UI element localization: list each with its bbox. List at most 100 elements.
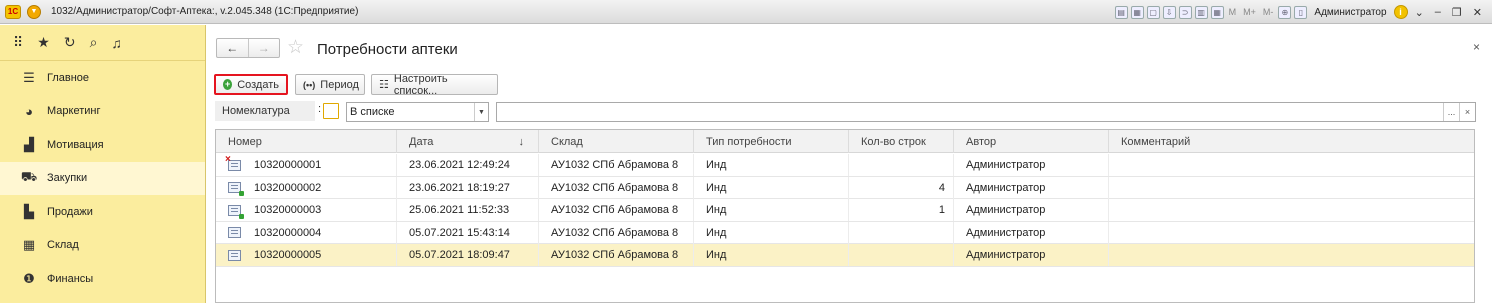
minimize-button[interactable]: –: [1431, 6, 1445, 18]
settings-list-icon: ☷: [379, 79, 389, 91]
filter-enabled-checkbox[interactable]: [323, 103, 339, 119]
info-icon[interactable]: i: [1393, 5, 1408, 19]
sidebar-item-finance[interactable]: ❶ Финансы: [0, 262, 205, 296]
column-header-warehouse[interactable]: Склад: [539, 130, 694, 153]
search-icon[interactable]: ⌕: [90, 34, 98, 51]
column-header-number[interactable]: Номер: [216, 130, 397, 153]
close-window-button[interactable]: ✕: [1469, 6, 1486, 19]
window-title: 1032/Администратор/Софт-Аптека:, v.2.045…: [51, 6, 359, 17]
create-button[interactable]: + Создать: [214, 74, 288, 95]
cell-warehouse: АУ1032 СПб Абрамова 8: [539, 221, 694, 244]
table-icon[interactable]: ▥: [1194, 5, 1208, 19]
calendar-icon[interactable]: ▦: [1210, 5, 1224, 19]
star-icon[interactable]: ★: [37, 34, 50, 51]
save-icon[interactable]: ▤: [1114, 5, 1128, 19]
cell-lines: 4: [849, 176, 954, 199]
cell-date: 23.06.2021 18:19:27: [397, 176, 539, 199]
table-row[interactable]: 10320000003 25.06.2021 11:52:33 АУ1032 С…: [216, 199, 1474, 222]
sidebar-item-label: Закупки: [47, 172, 88, 185]
sidebar-item-label: Маркетинг: [47, 105, 101, 118]
panels-icon[interactable]: ▯: [1294, 5, 1308, 19]
cell-lines: 1: [849, 199, 954, 221]
sidebar-item-main[interactable]: ☰ Главное: [0, 61, 205, 95]
cell-comment: [1109, 177, 1474, 199]
sidebar-item-motivation[interactable]: ▟ Мотивация: [0, 128, 205, 162]
cell-date: 05.07.2021 15:43:14: [397, 221, 539, 244]
sidebar-toolbar: ⠿ ★ ↻ ⌕ ♫: [0, 25, 205, 61]
main-menu-button[interactable]: ▼: [27, 4, 41, 19]
clear-filter-button[interactable]: ×: [1459, 103, 1475, 121]
column-header-date[interactable]: Дата ↓: [397, 130, 539, 153]
sidebar-item-marketing[interactable]: ◕ Маркетинг: [0, 95, 205, 129]
link-icon[interactable]: ⊃: [1178, 5, 1192, 19]
current-user[interactable]: Администратор: [1314, 7, 1386, 18]
period-button[interactable]: (••) Период: [295, 74, 365, 95]
cell-warehouse: АУ1032 СПб Абрамова 8: [539, 176, 694, 199]
row-number: 10320000002: [254, 181, 322, 194]
table-row[interactable]: 10320000004 05.07.2021 15:43:14 АУ1032 С…: [216, 221, 1474, 244]
page-title: Потребности аптеки: [317, 41, 458, 58]
cell-comment: [1109, 244, 1474, 266]
table-row[interactable]: 10320000001 23.06.2021 12:49:24 АУ1032 С…: [216, 154, 1474, 177]
row-number: 10320000003: [254, 204, 322, 216]
create-button-label: Создать: [237, 78, 279, 91]
warehouse-icon: ▦: [22, 237, 36, 253]
filter-value-input[interactable]: ... ×: [496, 102, 1476, 122]
filter-condition-select[interactable]: В списке ▼: [346, 102, 489, 122]
sort-down-icon: ↓: [518, 135, 525, 148]
bell-icon[interactable]: ♫: [111, 35, 122, 51]
history-icon[interactable]: ↻: [64, 34, 76, 51]
cell-date: 25.06.2021 11:52:33: [397, 199, 539, 221]
sidebar-item-warehouse[interactable]: ▦ Склад: [0, 229, 205, 263]
column-header-type[interactable]: Тип потребности: [694, 130, 849, 153]
chevron-down-icon[interactable]: ▼: [474, 103, 488, 121]
cell-type: Инд: [694, 154, 849, 176]
back-button[interactable]: ←: [217, 39, 248, 57]
cell-number: 10320000003: [216, 199, 397, 221]
memory-button[interactable]: M: [1227, 7, 1239, 17]
column-header-comment[interactable]: Комментарий: [1109, 130, 1474, 153]
row-number: 10320000004: [254, 226, 322, 239]
zoom-icon[interactable]: ⊕: [1278, 5, 1292, 19]
forward-button[interactable]: →: [247, 39, 280, 57]
document-posted-icon: [228, 204, 244, 219]
cell-lines: [849, 244, 954, 266]
select-dots-button[interactable]: ...: [1443, 103, 1459, 121]
cell-type: Инд: [694, 244, 849, 266]
close-form-button[interactable]: ×: [1473, 40, 1480, 54]
restore-button[interactable]: ❐: [1448, 6, 1466, 19]
memory-minus-button[interactable]: M-: [1261, 7, 1276, 17]
navigation-buttons: ← →: [216, 38, 280, 58]
setup-list-label: Настроить список...: [393, 72, 448, 97]
period-button-label: Период: [320, 78, 359, 91]
sidebar-item-sales[interactable]: ▙ Продажи: [0, 195, 205, 229]
cell-lines: [849, 221, 954, 244]
setup-list-button[interactable]: ☷ Настроить список...: [371, 72, 498, 97]
apps-grid-icon[interactable]: ⠿: [13, 34, 23, 51]
preview-icon[interactable]: ▢: [1146, 5, 1160, 19]
coin-icon: ❶: [23, 270, 35, 286]
cell-comment: [1109, 199, 1474, 221]
download-icon[interactable]: ⇩: [1162, 5, 1176, 19]
cell-author: Администратор: [954, 199, 1109, 221]
document-icon: [228, 249, 241, 261]
column-header-author[interactable]: Автор: [954, 130, 1109, 153]
cell-number: 10320000005: [216, 244, 397, 266]
sidebar-item-purchases[interactable]: ⛟ Закупки: [0, 161, 205, 195]
cell-author: Администратор: [954, 221, 1109, 244]
table-row[interactable]: 10320000002 23.06.2021 18:19:27 АУ1032 С…: [216, 176, 1474, 199]
cell-number: 10320000004: [216, 221, 397, 244]
sidebar-item-label: Продажи: [47, 205, 93, 218]
dropdown-chevron-icon[interactable]: ⌄: [1411, 6, 1428, 19]
cell-warehouse: АУ1032 СПб Абрамова 8: [539, 154, 694, 176]
table-row-selected[interactable]: 10320000005 05.07.2021 18:09:47 АУ1032 С…: [216, 244, 1474, 267]
favorite-star-icon[interactable]: ☆: [287, 36, 304, 59]
column-header-lines[interactable]: Кол-во строк: [849, 130, 954, 153]
cell-warehouse: АУ1032 СПб Абрамова 8: [539, 199, 694, 221]
cell-date: 23.06.2021 12:49:24: [397, 154, 539, 176]
memory-plus-button[interactable]: M+: [1241, 7, 1258, 17]
plus-icon: +: [223, 79, 233, 90]
cart-icon: ⛟: [20, 169, 38, 185]
print-icon[interactable]: ▦: [1130, 5, 1144, 19]
filter-colon: :: [318, 103, 322, 115]
